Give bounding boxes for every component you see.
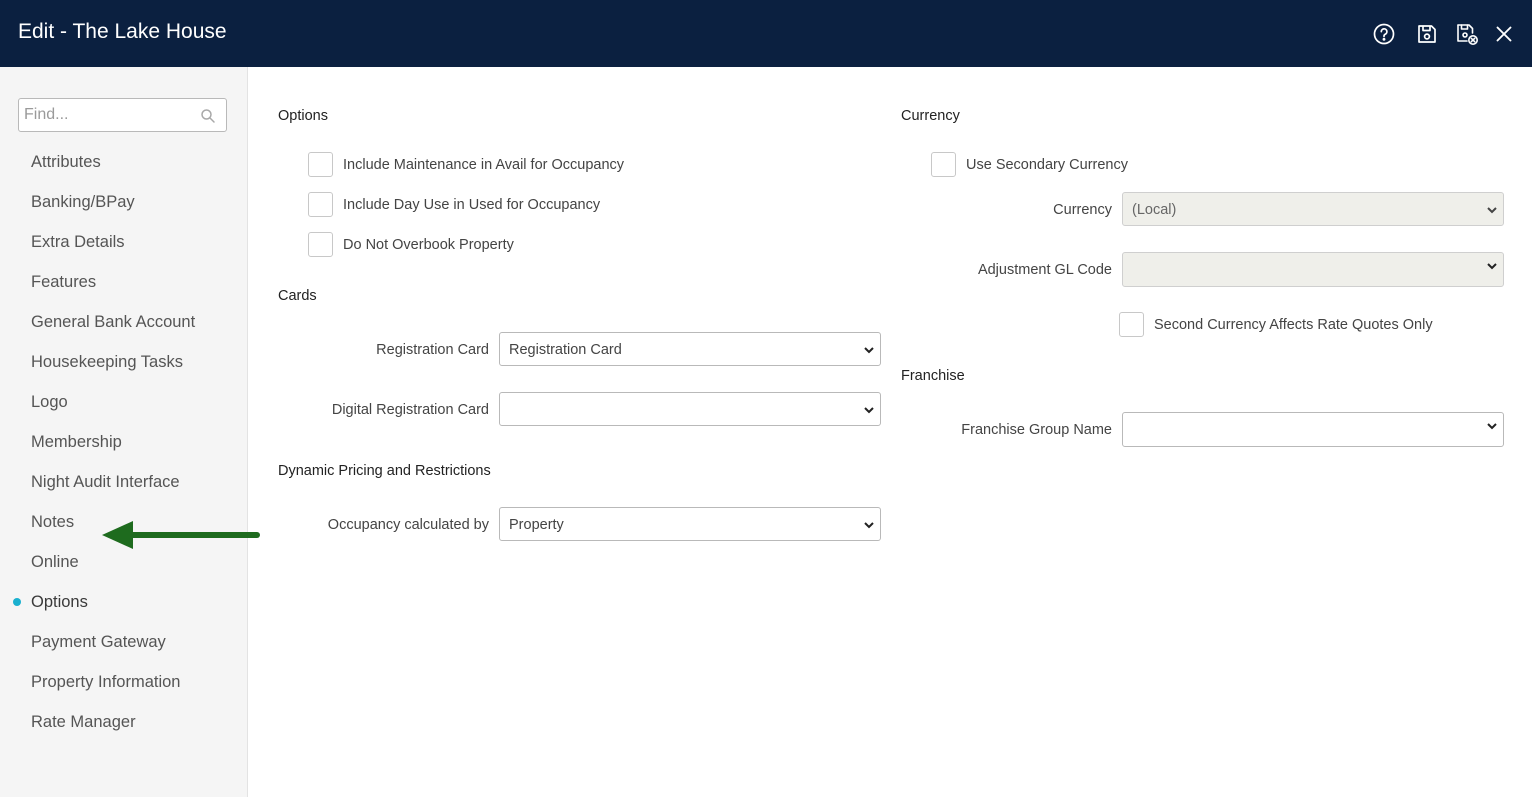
- franchise-group-name-label: Franchise Group Name: [961, 422, 1112, 438]
- save-icon[interactable]: [1415, 22, 1439, 46]
- sidebar-item-membership[interactable]: Membership: [31, 431, 122, 453]
- options-section-title: Options: [278, 108, 328, 124]
- chevron-down-icon: [1487, 423, 1497, 430]
- occupancy-calculated-by-select[interactable]: Property: [499, 507, 881, 541]
- chevron-down-icon: [1487, 263, 1497, 270]
- active-indicator-dot: [13, 598, 21, 606]
- include-maintenance-checkbox[interactable]: [308, 152, 333, 177]
- do-not-overbook-label: Do Not Overbook Property: [343, 237, 514, 253]
- adjustment-gl-code-label: Adjustment GL Code: [977, 262, 1112, 278]
- sidebar-item-notes[interactable]: Notes: [31, 511, 74, 533]
- occupancy-calculated-by-label: Occupancy calculated by: [327, 517, 489, 533]
- registration-card-label: Registration Card: [376, 342, 489, 358]
- sidebar-item-payment-gateway[interactable]: Payment Gateway: [31, 631, 166, 653]
- franchise-group-name-select[interactable]: [1122, 412, 1504, 447]
- use-secondary-currency-label: Use Secondary Currency: [966, 157, 1128, 173]
- chevron-down-icon: [1487, 207, 1497, 214]
- registration-card-value: Registration Card: [509, 342, 622, 358]
- second-currency-rate-quotes-label: Second Currency Affects Rate Quotes Only: [1154, 317, 1433, 333]
- use-secondary-currency-checkbox[interactable]: [931, 152, 956, 177]
- sidebar-item-property-information[interactable]: Property Information: [31, 671, 180, 693]
- adjustment-gl-code-select[interactable]: [1122, 252, 1504, 287]
- digital-registration-card-label: Digital Registration Card: [331, 402, 489, 418]
- sidebar-item-online[interactable]: Online: [31, 551, 79, 573]
- currency-section-title: Currency: [901, 108, 960, 124]
- occupancy-calculated-by-value: Property: [509, 517, 564, 533]
- include-day-use-label: Include Day Use in Used for Occupancy: [343, 197, 601, 213]
- chevron-down-icon: [864, 407, 874, 414]
- save-close-icon[interactable]: [1455, 22, 1479, 46]
- sidebar-item-night-audit-interface[interactable]: Night Audit Interface: [31, 471, 180, 493]
- currency-value: (Local): [1132, 202, 1177, 218]
- sidebar-item-general-bank-account[interactable]: General Bank Account: [31, 311, 195, 333]
- find-field[interactable]: [18, 98, 227, 132]
- sidebar-item-rate-manager[interactable]: Rate Manager: [31, 711, 136, 733]
- currency-select[interactable]: (Local): [1122, 192, 1504, 226]
- second-currency-rate-quotes-checkbox[interactable]: [1119, 312, 1144, 337]
- dynamic-pricing-section-title: Dynamic Pricing and Restrictions: [278, 463, 491, 479]
- include-maintenance-label: Include Maintenance in Avail for Occupan…: [343, 157, 625, 173]
- currency-label: Currency: [1053, 202, 1112, 218]
- sidebar-item-logo[interactable]: Logo: [31, 391, 68, 413]
- search-input[interactable]: [24, 105, 194, 125]
- sidebar-item-attributes[interactable]: Attributes: [31, 151, 101, 173]
- annotation-arrow-icon: [102, 521, 260, 549]
- close-icon[interactable]: [1492, 22, 1516, 46]
- search-icon: [201, 109, 215, 123]
- franchise-section-title: Franchise: [901, 368, 965, 384]
- help-icon[interactable]: [1372, 22, 1396, 46]
- sidebar-item-features[interactable]: Features: [31, 271, 96, 293]
- include-day-use-checkbox[interactable]: [308, 192, 333, 217]
- chevron-down-icon: [864, 347, 874, 354]
- sidebar: Attributes Banking/BPay Extra Details Fe…: [0, 67, 248, 797]
- title-bar: Edit - The Lake House: [0, 0, 1532, 67]
- sidebar-item-extra-details[interactable]: Extra Details: [31, 231, 125, 253]
- do-not-overbook-checkbox[interactable]: [308, 232, 333, 257]
- window-title: Edit - The Lake House: [18, 20, 227, 43]
- registration-card-select[interactable]: Registration Card: [499, 332, 881, 366]
- sidebar-item-housekeeping-tasks[interactable]: Housekeeping Tasks: [31, 351, 183, 373]
- chevron-down-icon: [864, 522, 874, 529]
- digital-registration-card-select[interactable]: [499, 392, 881, 426]
- sidebar-item-options[interactable]: Options: [31, 591, 88, 613]
- cards-section-title: Cards: [278, 288, 317, 304]
- sidebar-item-banking-bpay[interactable]: Banking/BPay: [31, 191, 135, 213]
